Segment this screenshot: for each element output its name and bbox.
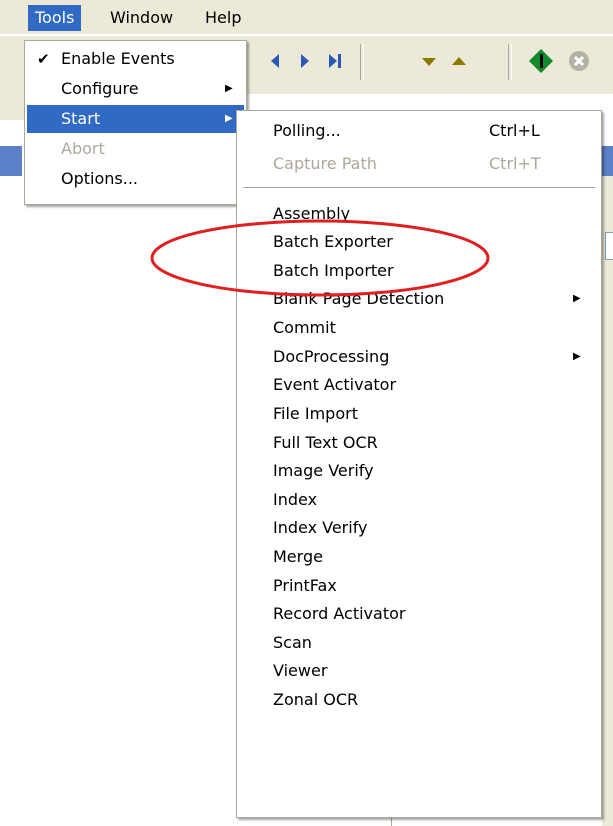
shortcut-label: Ctrl+L (489, 121, 540, 140)
menu-window[interactable]: Window (103, 5, 180, 31)
menu-item-label: Zonal OCR (273, 690, 359, 709)
menu-item-label: Capture Path (273, 154, 377, 173)
menu-item-label: Viewer (273, 661, 328, 680)
menu-item-start[interactable]: Start ▶ (27, 105, 244, 133)
toolbar-separator (360, 44, 364, 80)
menu-item-label: Index Verify (273, 518, 368, 537)
menu-item-file-import[interactable]: File Import (239, 400, 599, 428)
menu-item-polling[interactable]: Polling... Ctrl+L (239, 117, 599, 145)
menu-item-enable-events[interactable]: ✔ Enable Events (27, 45, 244, 73)
menu-item-label: Enable Events (61, 49, 175, 68)
menu-item-label: Scan (273, 633, 312, 652)
menu-item-index[interactable]: Index (239, 486, 599, 514)
menu-item-label: File Import (273, 404, 358, 423)
menu-item-label: Index (273, 490, 318, 509)
menu-item-label: Commit (273, 318, 336, 337)
move-up-icon[interactable] (446, 48, 472, 74)
menu-item-label: DocProcessing (273, 347, 390, 366)
menu-item-printfax[interactable]: PrintFax (239, 572, 599, 600)
next-icon[interactable] (292, 48, 318, 74)
menu-item-commit[interactable]: Commit (239, 314, 599, 342)
submenu-arrow-icon: ▶ (225, 113, 233, 124)
menu-item-scan[interactable]: Scan (239, 629, 599, 657)
last-icon[interactable] (322, 48, 348, 74)
menu-item-label: Options... (61, 169, 138, 188)
menu-item-zonal-ocr[interactable]: Zonal OCR (239, 686, 599, 714)
menu-item-docprocessing[interactable]: DocProcessing ▶ (239, 343, 599, 371)
menu-item-label: Event Activator (273, 375, 397, 394)
menu-item-label: Configure (61, 79, 139, 98)
menu-item-index-verify[interactable]: Index Verify (239, 514, 599, 542)
toolbar-separator (508, 44, 512, 80)
menu-item-capture-path: Capture Path Ctrl+T (239, 150, 599, 178)
menu-item-full-text-ocr[interactable]: Full Text OCR (239, 429, 599, 457)
menu-help[interactable]: Help (198, 5, 248, 31)
shortcut-label: Ctrl+T (489, 154, 541, 173)
menu-item-label: Image Verify (273, 461, 374, 480)
menu-item-label: Full Text OCR (273, 433, 378, 452)
menu-item-label: PrintFax (273, 576, 337, 595)
menu-item-record-activator[interactable]: Record Activator (239, 600, 599, 628)
menu-item-options[interactable]: Options... (27, 165, 244, 193)
submenu-arrow-icon: ▶ (573, 293, 581, 304)
menu-item-label: Record Activator (273, 604, 406, 623)
move-down-icon[interactable] (416, 48, 442, 74)
menu-item-label: Start (61, 109, 101, 128)
highlight-ellipse (150, 219, 490, 297)
background-field (605, 232, 613, 260)
menu-item-abort: Abort (27, 135, 244, 163)
menu-item-image-verify[interactable]: Image Verify (239, 457, 599, 485)
menu-bar: Tools Window Help (0, 0, 613, 34)
menu-item-label: Abort (61, 139, 105, 158)
menu-item-event-activator[interactable]: Event Activator (239, 371, 599, 399)
stop-icon[interactable] (566, 48, 592, 74)
menu-tools[interactable]: Tools (28, 5, 82, 31)
background-title-bar (0, 146, 22, 176)
submenu-arrow-icon: ▶ (573, 351, 581, 362)
menu-item-merge[interactable]: Merge (239, 543, 599, 571)
menu-item-label: Polling... (273, 121, 341, 140)
menu-item-configure[interactable]: Configure ▶ (27, 75, 244, 103)
background-panel (602, 176, 613, 826)
submenu-arrow-icon: ▶ (225, 83, 233, 94)
menu-item-viewer[interactable]: Viewer (239, 657, 599, 685)
start-diamond-icon[interactable] (528, 48, 554, 74)
checkmark-icon: ✔ (37, 50, 50, 68)
tools-menu: ✔ Enable Events Configure ▶ Start ▶ Abor… (24, 40, 247, 205)
menu-separator (243, 187, 595, 188)
previous-icon[interactable] (262, 48, 288, 74)
background-title-bar (602, 146, 613, 176)
menu-item-label: Merge (273, 547, 323, 566)
